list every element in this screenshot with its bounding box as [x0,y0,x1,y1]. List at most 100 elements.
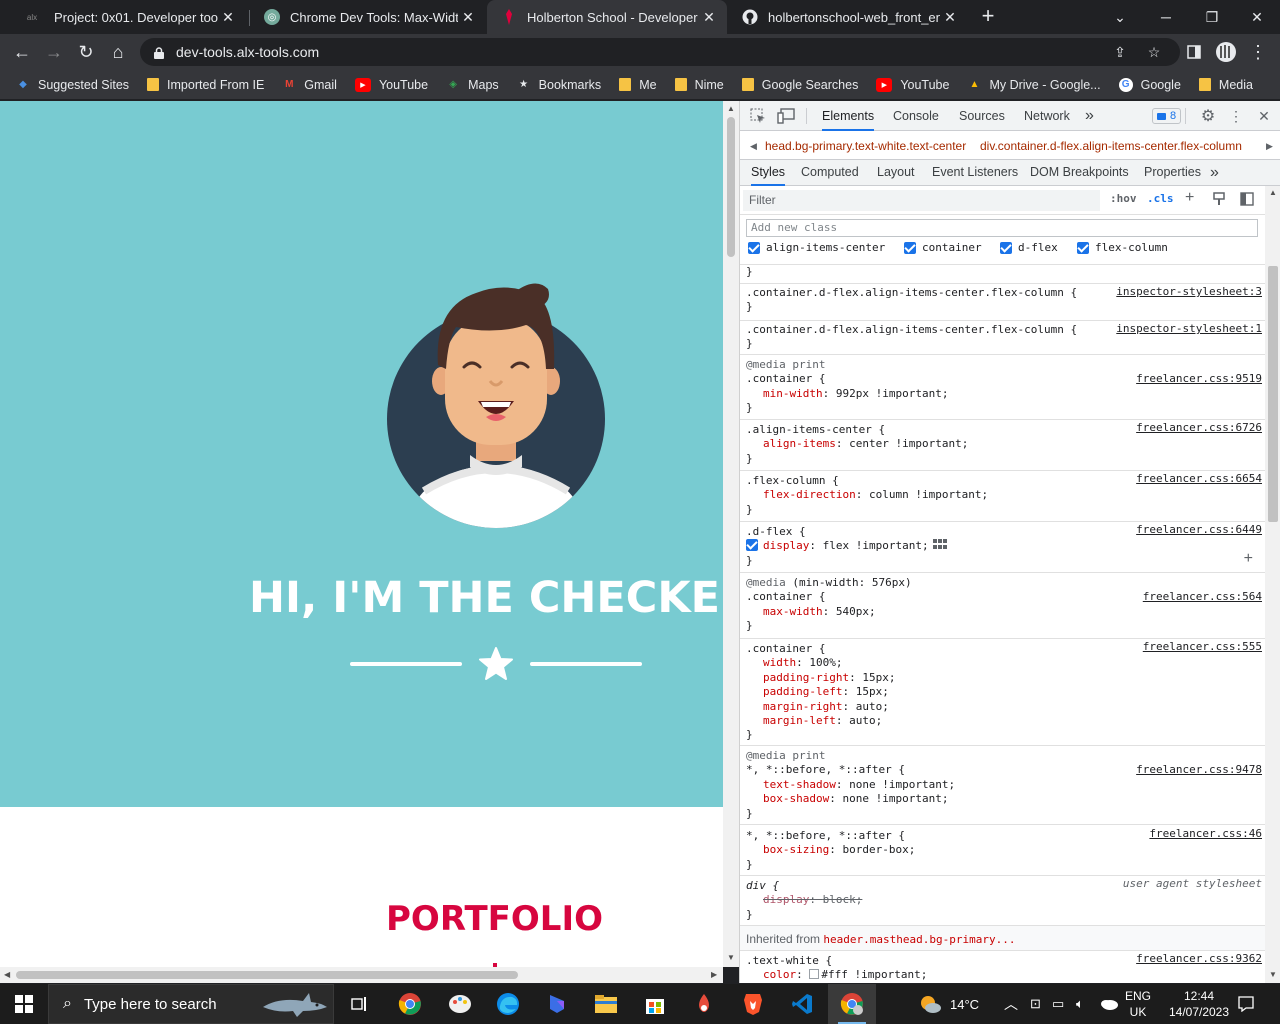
property-name[interactable]: width [763,656,796,669]
scroll-up-arrow-icon[interactable]: ▲ [727,104,735,113]
property-value[interactable]: 15px; [862,671,895,684]
property-value[interactable]: #fff !important; [821,968,927,981]
brave-browser-icon[interactable] [729,984,777,1024]
property-name[interactable]: box-shadow [763,792,829,805]
property-value[interactable]: none !important; [842,792,948,805]
style-rule[interactable]: *, *::before, *::after { freelancer.css:… [740,825,1265,876]
add-new-class-input[interactable]: Add new class [746,219,1258,237]
property-name[interactable]: padding-left [763,685,842,698]
tab-chrome-dev-tools[interactable]: ◎ Chrome Dev Tools: Max-Width ✕ [250,0,486,34]
tab-sources[interactable]: Sources [959,101,1005,131]
devtools-kebab-menu-icon[interactable]: ⋮ [1227,107,1245,125]
tab-network[interactable]: Network [1024,101,1070,131]
rule-source-link[interactable]: freelancer.css:9362 [1136,952,1262,966]
subtab-styles[interactable]: Styles [751,160,786,186]
restore-button[interactable]: ❐ [1189,0,1235,34]
class-checkbox-d-flex[interactable]: d-flex [1000,241,1058,254]
styles-filter-input[interactable]: Filter [743,190,1100,211]
tab-elements[interactable]: Elements [822,101,875,131]
property-name[interactable]: min-width [763,387,823,400]
hov-toggle[interactable]: :hov [1110,192,1137,205]
class-checkbox-container[interactable]: container [904,241,982,254]
css-declaration[interactable]: flex-direction: column !important; [746,488,1265,502]
property-name[interactable]: display [763,893,809,906]
home-icon[interactable]: ⌂ [104,38,132,66]
property-value[interactable]: auto; [856,700,889,713]
paint-app-icon[interactable] [436,984,484,1024]
side-panel-icon[interactable] [1180,38,1208,66]
scrollbar-thumb[interactable] [727,117,735,257]
rule-source-link[interactable]: inspector-stylesheet:3 [1116,285,1262,299]
onedrive-cloud-icon[interactable] [1100,984,1118,1024]
bookmark-google-searches[interactable]: Google Searches [741,78,858,92]
close-window-button[interactable]: ✕ [1234,0,1280,34]
property-value[interactable]: none !important; [849,778,955,791]
bookmark-suggested-sites[interactable]: ◆ Suggested Sites [16,78,129,92]
style-rule[interactable]: @media (min-width: 576px) .container { f… [740,573,1265,639]
css-declaration[interactable]: box-sizing: border-box; [746,843,1265,857]
property-value[interactable]: center !important; [849,437,968,450]
rule-source-link[interactable]: freelancer.css:6726 [1136,421,1262,435]
subtab-dom-breakpoints[interactable]: DOM Breakpoints [1030,160,1129,186]
scroll-left-arrow-icon[interactable]: ◀ [4,970,10,979]
css-declaration[interactable]: width: 100%; [746,656,1265,670]
property-value[interactable]: 992px !important; [836,387,949,400]
task-view-icon[interactable] [336,984,384,1024]
chrome-active-app-icon[interactable] [828,984,876,1024]
css-declaration[interactable]: min-width: 992px !important; [746,387,1265,401]
breadcrumb-head[interactable]: head.bg-primary.text-white.text-center [765,139,966,153]
profile-avatar[interactable] [1212,38,1240,66]
minimize-button[interactable]: ─ [1143,0,1189,34]
scroll-right-arrow-icon[interactable]: ▶ [711,970,717,979]
subtab-properties[interactable]: Properties [1144,160,1201,186]
tab-project[interactable]: alx Project: 0x01. Developer tools | N ✕ [6,0,246,34]
chrome-app-icon[interactable] [386,984,434,1024]
new-style-rule-plus-icon[interactable]: + [1185,189,1194,207]
class-checkbox-flex-column[interactable]: flex-column [1077,241,1168,254]
edge-app-icon[interactable] [484,984,532,1024]
show-hidden-icons-chevron-icon[interactable]: ︿ [1004,984,1018,1024]
style-rule[interactable]: .text-white { freelancer.css:9362 color:… [740,951,1265,983]
style-rule[interactable]: @media print .container { freelancer.css… [740,355,1265,420]
language-indicator[interactable]: ENG UK [1125,984,1151,1024]
breadcrumb-scroll-left-icon[interactable]: ◀ [750,141,757,152]
property-value[interactable]: auto; [849,714,882,727]
bookmark-maps[interactable]: ◈ Maps [446,78,498,92]
clock[interactable]: 12:44 14/07/2023 [1162,984,1236,1024]
close-icon[interactable]: ✕ [699,9,719,26]
new-tab-button[interactable]: + [976,4,1000,28]
bookmark-my-drive[interactable]: ▲ My Drive - Google... [967,78,1101,92]
address-bar[interactable]: dev-tools.alx-tools.com ⇪ ☆ [140,38,1180,66]
star-bookmark-icon[interactable]: ☆ [1144,42,1164,62]
property-value[interactable]: column !important; [869,488,988,501]
property-name[interactable]: display [763,539,809,552]
scrollbar-thumb[interactable] [16,971,518,979]
file-explorer-icon[interactable] [582,984,630,1024]
css-declaration[interactable]: text-shadow: none !important; [746,778,1265,792]
close-devtools-icon[interactable]: ✕ [1255,107,1273,125]
property-name[interactable]: align-items [763,437,836,450]
copilot-app-icon[interactable] [533,984,581,1024]
tab-console[interactable]: Console [893,101,939,131]
start-button[interactable] [0,984,48,1024]
close-icon[interactable]: ✕ [940,9,960,26]
property-value[interactable]: 100%; [809,656,842,669]
rule-source-link[interactable]: freelancer.css:6449 [1136,523,1262,537]
style-rule[interactable]: .d-flex { freelancer.css:6449 display: f… [740,522,1265,573]
css-declaration[interactable]: align-items: center !important; [746,437,1265,451]
property-name[interactable]: flex-direction [763,488,856,501]
scroll-up-arrow-icon[interactable]: ▲ [1269,188,1277,197]
flexbox-editor-icon[interactable] [932,539,947,551]
inspect-element-icon[interactable] [749,107,767,125]
bookmark-youtube-2[interactable]: ▶ YouTube [876,77,949,92]
style-rule[interactable]: .container.d-flex.align-items-center.fle… [740,321,1265,355]
meet-now-icon[interactable]: ⊡ [1030,984,1041,1024]
more-tabs-chevron-icon[interactable]: » [1085,101,1094,131]
style-rule[interactable]: .align-items-center { freelancer.css:672… [740,420,1265,471]
property-name[interactable]: max-width [763,605,823,618]
property-value[interactable]: border-box; [842,843,915,856]
subtab-layout[interactable]: Layout [877,160,915,186]
style-rule[interactable]: .flex-column { freelancer.css:6654 flex-… [740,471,1265,522]
breadcrumb-scroll-right-icon[interactable]: ▶ [1266,141,1273,152]
rule-source-link[interactable]: freelancer.css:555 [1143,640,1262,654]
